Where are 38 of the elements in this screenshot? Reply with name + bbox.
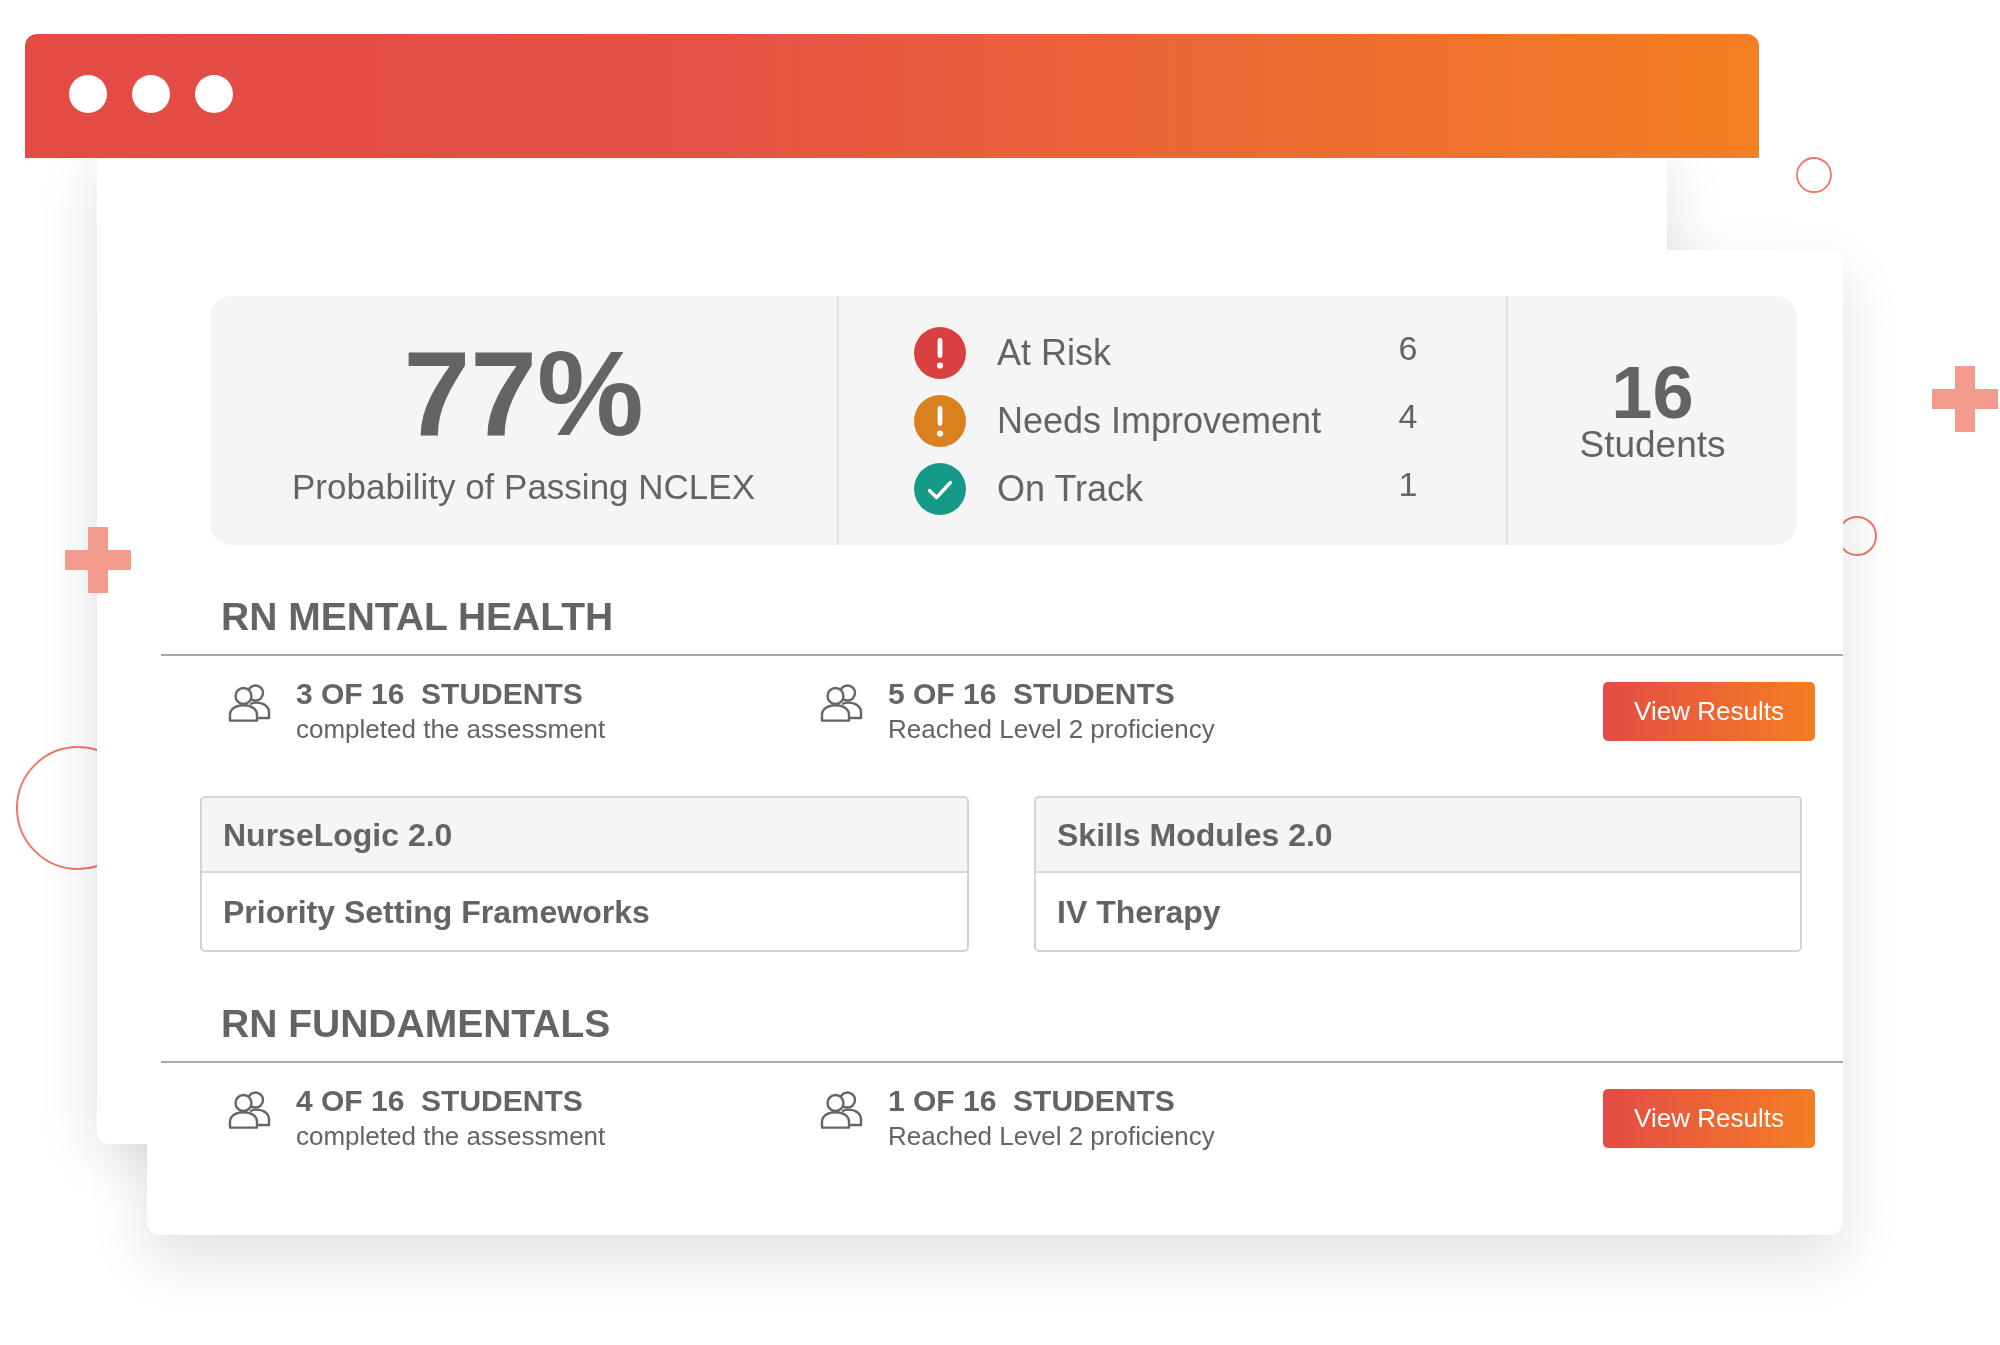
window-dot-icon bbox=[195, 75, 233, 113]
ring-icon bbox=[1796, 157, 1832, 193]
stat-value: 4 OF 16 STUDENTS bbox=[296, 1083, 584, 1119]
stat-caption: completed the assessment bbox=[296, 713, 606, 746]
section-title: RN MENTAL HEALTH bbox=[221, 595, 614, 638]
status-label: At Risk bbox=[997, 330, 1112, 375]
student-count-label: Students bbox=[1579, 423, 1726, 467]
status-label: On Track bbox=[997, 466, 1145, 511]
stat-caption: Reached Level 2 proficiency bbox=[888, 713, 1215, 746]
status-count: 1 bbox=[1397, 463, 1419, 504]
view-results-button[interactable]: View Results bbox=[1603, 681, 1815, 741]
people-icon bbox=[818, 1090, 864, 1130]
module-topic: IV Therapy bbox=[1057, 892, 1221, 932]
cross-icon bbox=[1932, 366, 1998, 432]
cross-icon bbox=[65, 527, 131, 593]
people-icon bbox=[226, 683, 272, 723]
status-count: 4 bbox=[1397, 395, 1419, 436]
window-dot-icon bbox=[69, 75, 107, 113]
module-title: NurseLogic 2.0 bbox=[223, 815, 453, 855]
probability-value: 77% bbox=[403, 332, 644, 453]
module-title: Skills Modules 2.0 bbox=[1057, 815, 1333, 855]
section-title: RN FUNDAMENTALS bbox=[221, 1002, 611, 1045]
people-icon bbox=[226, 1090, 272, 1130]
people-icon bbox=[818, 683, 864, 723]
ring-icon bbox=[1843, 516, 1879, 556]
view-results-button[interactable]: View Results bbox=[1603, 1088, 1815, 1148]
student-count: 16 bbox=[1611, 360, 1694, 426]
stat-value: 3 OF 16 STUDENTS bbox=[296, 676, 584, 712]
probability-label: Probability of Passing NCLEX bbox=[292, 465, 755, 508]
stat-value: 1 OF 16 STUDENTS bbox=[888, 1083, 1176, 1119]
window-dot-icon bbox=[132, 75, 170, 113]
status-count: 6 bbox=[1397, 327, 1419, 368]
ring-icon bbox=[15, 744, 97, 872]
module-topic: Priority Setting Frameworks bbox=[223, 892, 650, 932]
stat-caption: completed the assessment bbox=[296, 1120, 606, 1153]
stat-value: 5 OF 16 STUDENTS bbox=[888, 676, 1176, 712]
stat-caption: Reached Level 2 proficiency bbox=[888, 1120, 1215, 1153]
status-label: Needs Improvement bbox=[997, 398, 1323, 443]
